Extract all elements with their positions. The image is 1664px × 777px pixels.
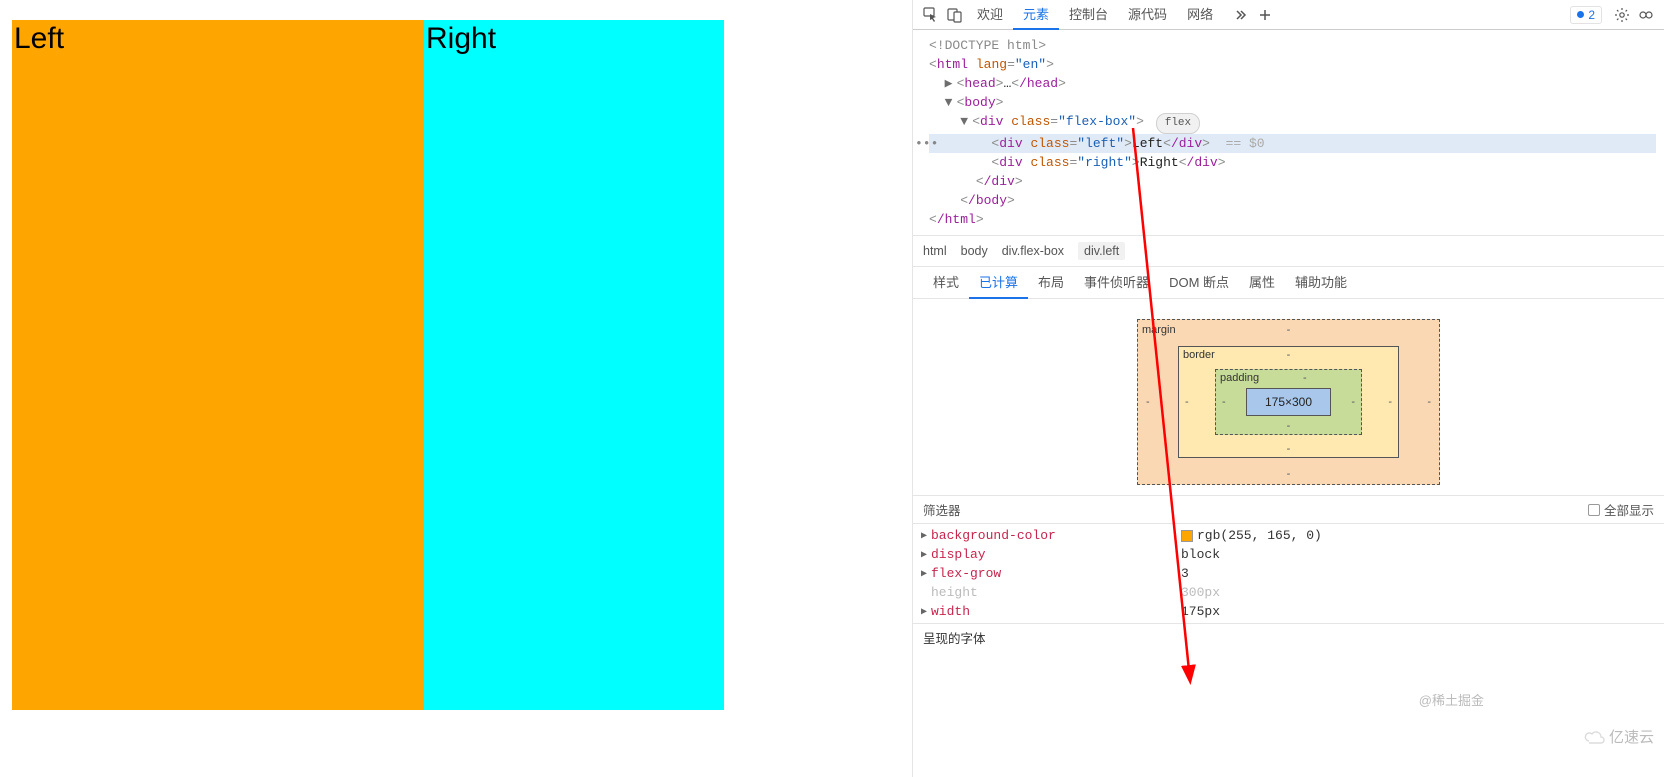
- watermark-juejin: @稀土掘金: [1419, 690, 1484, 709]
- subtab-dom-bp[interactable]: DOM 断点: [1159, 267, 1239, 299]
- more-tabs-icon[interactable]: [1229, 8, 1253, 22]
- page-left-div[interactable]: Left: [12, 20, 424, 710]
- subtab-listeners[interactable]: 事件侦听器: [1074, 267, 1159, 299]
- rendered-font-label: 呈现的字体: [913, 624, 1664, 651]
- selected-dots-icon: •••: [915, 134, 938, 153]
- issues-count: 2: [1588, 8, 1595, 22]
- settings-icon[interactable]: [1610, 7, 1634, 23]
- styles-subtabs: 样式 已计算 布局 事件侦听器 DOM 断点 属性 辅助功能: [913, 267, 1664, 299]
- crumb-left[interactable]: div.left: [1078, 242, 1125, 260]
- boxmodel-margin-label: margin: [1142, 324, 1176, 336]
- crumb-flexbox[interactable]: div.flex-box: [1002, 244, 1064, 258]
- page-preview: Left Right: [12, 20, 724, 710]
- crumb-body[interactable]: body: [961, 244, 988, 258]
- devtools-panel: 欢迎 元素 控制台 源代码 网络 2 <!DOCTYPE html> <html…: [912, 0, 1664, 777]
- subtab-properties[interactable]: 属性: [1239, 267, 1285, 299]
- dock-icon[interactable]: [1634, 7, 1658, 23]
- prop-display[interactable]: ▶ display block: [917, 545, 1660, 564]
- breadcrumb: html body div.flex-box div.left: [913, 236, 1664, 267]
- add-tab-icon[interactable]: [1253, 8, 1277, 22]
- inspect-icon[interactable]: [919, 7, 943, 23]
- color-swatch-icon: [1181, 530, 1193, 542]
- watermark-yisu: 亿速云: [1583, 726, 1654, 747]
- device-icon[interactable]: [943, 7, 967, 23]
- tab-sources[interactable]: 源代码: [1118, 0, 1177, 30]
- tab-network[interactable]: 网络: [1177, 0, 1223, 30]
- boxmodel-content[interactable]: 175×300: [1246, 388, 1331, 416]
- crumb-html[interactable]: html: [923, 244, 947, 258]
- dom-tree[interactable]: <!DOCTYPE html> <html lang="en"> ▶<head>…: [913, 30, 1664, 236]
- showall-checkbox[interactable]: 全部显示: [1588, 500, 1654, 519]
- prop-background-color[interactable]: ▶ background-color rgb(255, 165, 0): [917, 526, 1660, 545]
- flex-badge[interactable]: flex: [1156, 113, 1200, 134]
- computed-filter-row: 筛选器 全部显示: [913, 495, 1664, 524]
- computed-properties: ▶ background-color rgb(255, 165, 0) ▶ di…: [913, 524, 1664, 624]
- subtab-computed[interactable]: 已计算: [969, 267, 1028, 299]
- page-right-div[interactable]: Right: [424, 20, 724, 710]
- prop-height[interactable]: height 300px: [917, 583, 1660, 602]
- tab-elements[interactable]: 元素: [1013, 0, 1059, 30]
- subtab-accessibility[interactable]: 辅助功能: [1285, 267, 1357, 299]
- checkbox-icon: [1588, 504, 1600, 516]
- issues-badge[interactable]: 2: [1570, 6, 1602, 24]
- prop-width[interactable]: ▶ width 175px: [917, 602, 1660, 621]
- dom-doctype[interactable]: <!DOCTYPE html>: [929, 38, 1046, 53]
- issue-dot-icon: [1577, 11, 1584, 18]
- prop-flex-grow[interactable]: ▶ flex-grow 3: [917, 564, 1660, 583]
- devtools-top-tabs: 欢迎 元素 控制台 源代码 网络 2: [913, 0, 1664, 30]
- subtab-layout[interactable]: 布局: [1028, 267, 1074, 299]
- subtab-styles[interactable]: 样式: [923, 267, 969, 299]
- boxmodel-diagram[interactable]: margin - - - - border - - - - padding - …: [913, 299, 1664, 495]
- tab-console[interactable]: 控制台: [1059, 0, 1118, 30]
- boxmodel-border-label: border: [1183, 349, 1215, 361]
- boxmodel-padding-label: padding: [1220, 372, 1259, 384]
- filter-label[interactable]: 筛选器: [923, 500, 961, 519]
- tab-welcome[interactable]: 欢迎: [967, 0, 1013, 30]
- dom-selected-line[interactable]: ••• <div class="left">Left</div> == $0: [929, 134, 1656, 153]
